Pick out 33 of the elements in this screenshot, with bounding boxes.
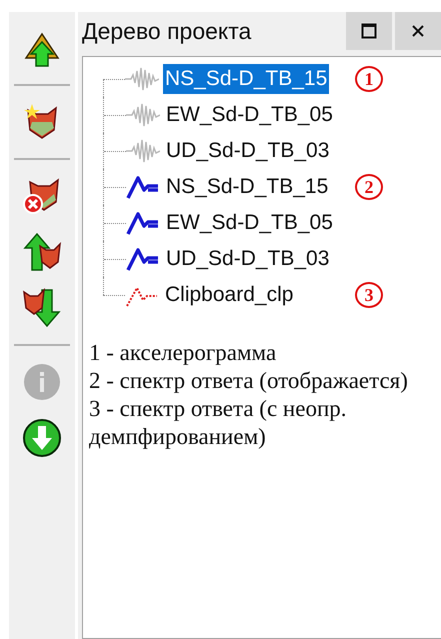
maximize-button[interactable]: [346, 12, 392, 50]
arrow-down-mask-icon[interactable]: [22, 288, 62, 328]
circled-number: 3: [355, 282, 383, 308]
tree-item[interactable]: NS_Sd-D_TB_15: [164, 172, 330, 202]
waveform-icon: [126, 102, 160, 128]
circled-number: 2: [355, 174, 383, 200]
panel-title: Дерево проекта: [81, 18, 252, 44]
tree-connector: [103, 169, 126, 205]
tree-item[interactable]: UD_Sd-D_TB_03: [164, 136, 332, 166]
arrow-up-mask-icon[interactable]: [22, 232, 62, 272]
close-icon: [411, 24, 425, 38]
close-button[interactable]: [395, 12, 441, 50]
legend-line: 2 - спектр ответа (отображается): [89, 367, 409, 395]
download-icon[interactable]: [22, 418, 62, 458]
spectrum-icon: [126, 210, 160, 236]
tree-connector: [103, 241, 126, 277]
spectrum-icon: [126, 174, 160, 200]
spectrum-icon: [126, 246, 160, 272]
tree-item[interactable]: NS_Sd-D_TB_15: [163, 64, 330, 94]
mask-delete-icon[interactable]: [22, 176, 62, 216]
tree-connector: [103, 97, 126, 133]
tree-item[interactable]: UD_Sd-D_TB_03: [164, 244, 332, 274]
legend-line: 3 - спектр ответа (с неопр. демпфированием): [89, 395, 348, 451]
tree-item[interactable]: EW_Sd-D_TB_05: [164, 208, 335, 238]
legend-line: 1 - акселерограмма: [89, 339, 278, 367]
tree-item[interactable]: EW_Sd-D_TB_05: [164, 100, 335, 130]
maximize-icon: [361, 23, 377, 39]
circled-number: 1: [355, 66, 383, 92]
tree-connector: [103, 133, 126, 169]
tree-item[interactable]: Clipboard_clp: [163, 280, 296, 310]
waveform-icon: [125, 66, 159, 92]
tree-connector: [103, 205, 126, 241]
waveform-icon: [126, 138, 160, 164]
